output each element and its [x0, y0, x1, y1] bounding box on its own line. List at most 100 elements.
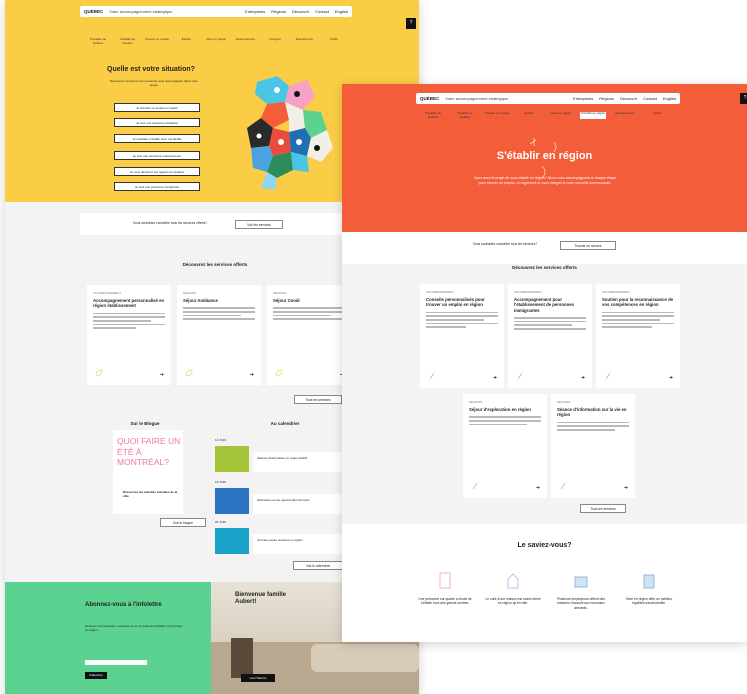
- menu-item[interactable]: Entrepreneurs: [612, 111, 638, 119]
- menu-item[interactable]: Outils: [644, 111, 670, 119]
- blog-button[interactable]: Voir le blogue: [160, 518, 206, 527]
- card-text-lines: [273, 307, 345, 320]
- card-title: Séjour Ambiance: [183, 298, 218, 303]
- arrow-right-icon[interactable]: ➔: [581, 375, 585, 381]
- nav-link-regions[interactable]: Régions: [599, 96, 614, 101]
- event-item[interactable]: 12 JUIN Séance d'information en région A…: [215, 438, 347, 478]
- service-card[interactable]: SÉJOURS Séjour Ambiance ➔: [177, 285, 261, 385]
- arrow-right-icon[interactable]: ➔: [536, 485, 540, 491]
- site-logo[interactable]: QUÉBEC: [420, 96, 439, 101]
- menu-item[interactable]: Vivre en région: [203, 37, 229, 45]
- services-strip: Vous souhaitez connaître tous les servic…: [342, 232, 747, 264]
- card-title: Accompagnement personnalisé en région ét…: [93, 298, 165, 309]
- menu-item[interactable]: Étudier: [516, 111, 542, 119]
- menu-item-active[interactable]: S'établir en région: [580, 111, 606, 119]
- fact-item: Vivre en région offre un meilleur équili…: [620, 572, 678, 606]
- menu-item[interactable]: Trouver un emploi: [484, 111, 510, 119]
- service-card[interactable]: ACCOMPAGNEMENT Soutien pour la reconnais…: [596, 284, 680, 388]
- event-item[interactable]: 19 JUIN Webinaire sur les opportunités d…: [215, 480, 347, 520]
- situation-option[interactable]: Je cherche un emploi en région: [114, 103, 200, 112]
- service-card[interactable]: SÉJOURS Séjour d'exploration en région ➔: [463, 394, 547, 498]
- arrow-right-icon[interactable]: ➔: [250, 372, 254, 378]
- newsletter-email-input[interactable]: [85, 660, 147, 665]
- nav-link-decouvrir[interactable]: Découvrir: [292, 9, 309, 14]
- site-logo[interactable]: QUÉBEC: [84, 9, 103, 14]
- arrow-right-icon[interactable]: ➔: [493, 375, 497, 381]
- menu-item[interactable]: Étudier: [174, 37, 200, 45]
- nav-link-regions[interactable]: Régions: [271, 9, 286, 14]
- read-story-button[interactable]: Lire l'histoire: [241, 674, 275, 682]
- menu-item[interactable]: Entrepreneurs: [233, 37, 259, 45]
- subscribe-button[interactable]: S'abonner: [85, 672, 107, 679]
- pencil-icon: [605, 372, 611, 380]
- document-icon: [439, 572, 451, 589]
- menu-item[interactable]: S'établir au Québec: [452, 111, 478, 119]
- card-text-lines: [183, 307, 255, 320]
- card-title: Séance d'information sur la vie en régio…: [557, 407, 627, 418]
- situation-option[interactable]: Je suis une personne immigrante: [114, 182, 200, 191]
- menu-button[interactable]: ?: [740, 93, 747, 104]
- hero-title: Quelle est votre situation?: [107, 66, 195, 73]
- menu-item[interactable]: Trouver un emploi: [144, 37, 170, 45]
- menu-button[interactable]: ?: [406, 18, 416, 29]
- menu-item[interactable]: Outils: [321, 37, 347, 45]
- situation-option[interactable]: Je suis une personne entrepreneure: [114, 151, 200, 160]
- blog-card[interactable]: QUOI FAIRE UN ÉTÉ À MONTRÉAL? Découvrez …: [113, 430, 183, 514]
- menu-item[interactable]: Événements: [292, 37, 318, 45]
- arrow-right-icon[interactable]: ➔: [669, 375, 673, 381]
- service-card[interactable]: SÉJOURS Séjour Coodi ➔: [267, 285, 351, 385]
- nav-link-decouvrir[interactable]: Découvrir: [620, 96, 637, 101]
- see-services-button[interactable]: Voir les services: [235, 220, 283, 229]
- nav-link-english[interactable]: English: [663, 96, 676, 101]
- event-text: Séance d'information en région Abitibi: [257, 456, 308, 460]
- search-bar[interactable]: Votre accompagnement stratégique: [109, 9, 172, 14]
- find-service-button[interactable]: Trouver un service: [560, 241, 616, 250]
- card-category: ACCOMPAGNEMENT: [426, 290, 454, 294]
- hero-title: S'établir en région: [496, 150, 593, 162]
- card-category: SÉJOURS: [469, 400, 483, 404]
- search-bar[interactable]: Votre accompagnement stratégique: [445, 96, 508, 101]
- service-card[interactable]: ACCOMPAGNEMENT Accompagnement pour l'éta…: [508, 284, 592, 388]
- menu-item[interactable]: Immigrer: [262, 37, 288, 45]
- situation-option[interactable]: Je souhaite m'établir avec ma famille: [114, 134, 200, 143]
- event-thumbnail: [215, 446, 249, 472]
- nav-link-contact[interactable]: Contact: [643, 96, 657, 101]
- event-date: 12 JUIN: [215, 438, 226, 442]
- arrow-right-icon[interactable]: ➔: [624, 485, 628, 491]
- menu-item[interactable]: S'établir au Québec: [115, 37, 141, 45]
- menu-item[interactable]: Vivre en région: [548, 111, 574, 119]
- nav-link-entreprises[interactable]: Entreprises: [245, 9, 265, 14]
- fact-item: Une personne sur quatre a choisi de s'ét…: [416, 572, 474, 606]
- event-item[interactable]: 26 JUIN Journée portes ouvertes en régio…: [215, 520, 347, 560]
- strip-text: Vous souhaitez connaître tous les servic…: [472, 242, 538, 246]
- situation-option[interactable]: Je veux découvrir les régions du Québec: [114, 167, 200, 176]
- card-category: ACCOMPAGNEMENT: [93, 291, 121, 295]
- all-services-button[interactable]: Tous les services: [294, 395, 342, 404]
- service-card[interactable]: SÉJOURS Séance d'information sur la vie …: [551, 394, 635, 498]
- fact-text: Vivre en région offre un meilleur équili…: [625, 597, 673, 606]
- hero-text: Vous avez le projet de vous établir en r…: [474, 176, 616, 185]
- nav-link-contact[interactable]: Contact: [315, 9, 329, 14]
- menu-item[interactable]: Travailler au Québec: [85, 37, 111, 45]
- nav-link-english[interactable]: English: [335, 9, 348, 14]
- card-title: Conseils personnalisés pour trouver un e…: [426, 297, 485, 308]
- arrow-right-icon[interactable]: ➔: [160, 372, 164, 378]
- card-text-lines: [602, 311, 674, 328]
- briefcase-icon: [574, 576, 588, 588]
- event-text: Webinaire sur les opportunités d'emploi: [257, 498, 310, 502]
- menu-item[interactable]: Travailler au Québec: [420, 111, 446, 119]
- nav-link-entreprises[interactable]: Entreprises: [573, 96, 593, 101]
- pencil-icon: [429, 372, 435, 380]
- card-text-lines: [93, 312, 165, 329]
- service-card[interactable]: ACCOMPAGNEMENT Conseils personnalisés po…: [420, 284, 504, 388]
- situation-option[interactable]: Je suis une personne étudiante: [114, 118, 200, 127]
- fact-item: Le coût d'une maison est moins élevé en …: [484, 572, 542, 606]
- newsletter-section: Abonnez-vous à l'infolettre Recevez nos …: [5, 582, 211, 694]
- strip-text: Vous souhaitez connaître tous les servic…: [132, 221, 208, 225]
- blog-caption: Découvrez les activités estivales de la …: [123, 490, 178, 498]
- calendar-button[interactable]: Voir le calendrier: [293, 561, 343, 570]
- event-thumbnail: [215, 528, 249, 554]
- card-category: ACCOMPAGNEMENT: [514, 290, 542, 294]
- service-card[interactable]: ACCOMPAGNEMENT Accompagnement personnali…: [87, 285, 171, 385]
- all-services-button[interactable]: Tous les services: [580, 504, 626, 513]
